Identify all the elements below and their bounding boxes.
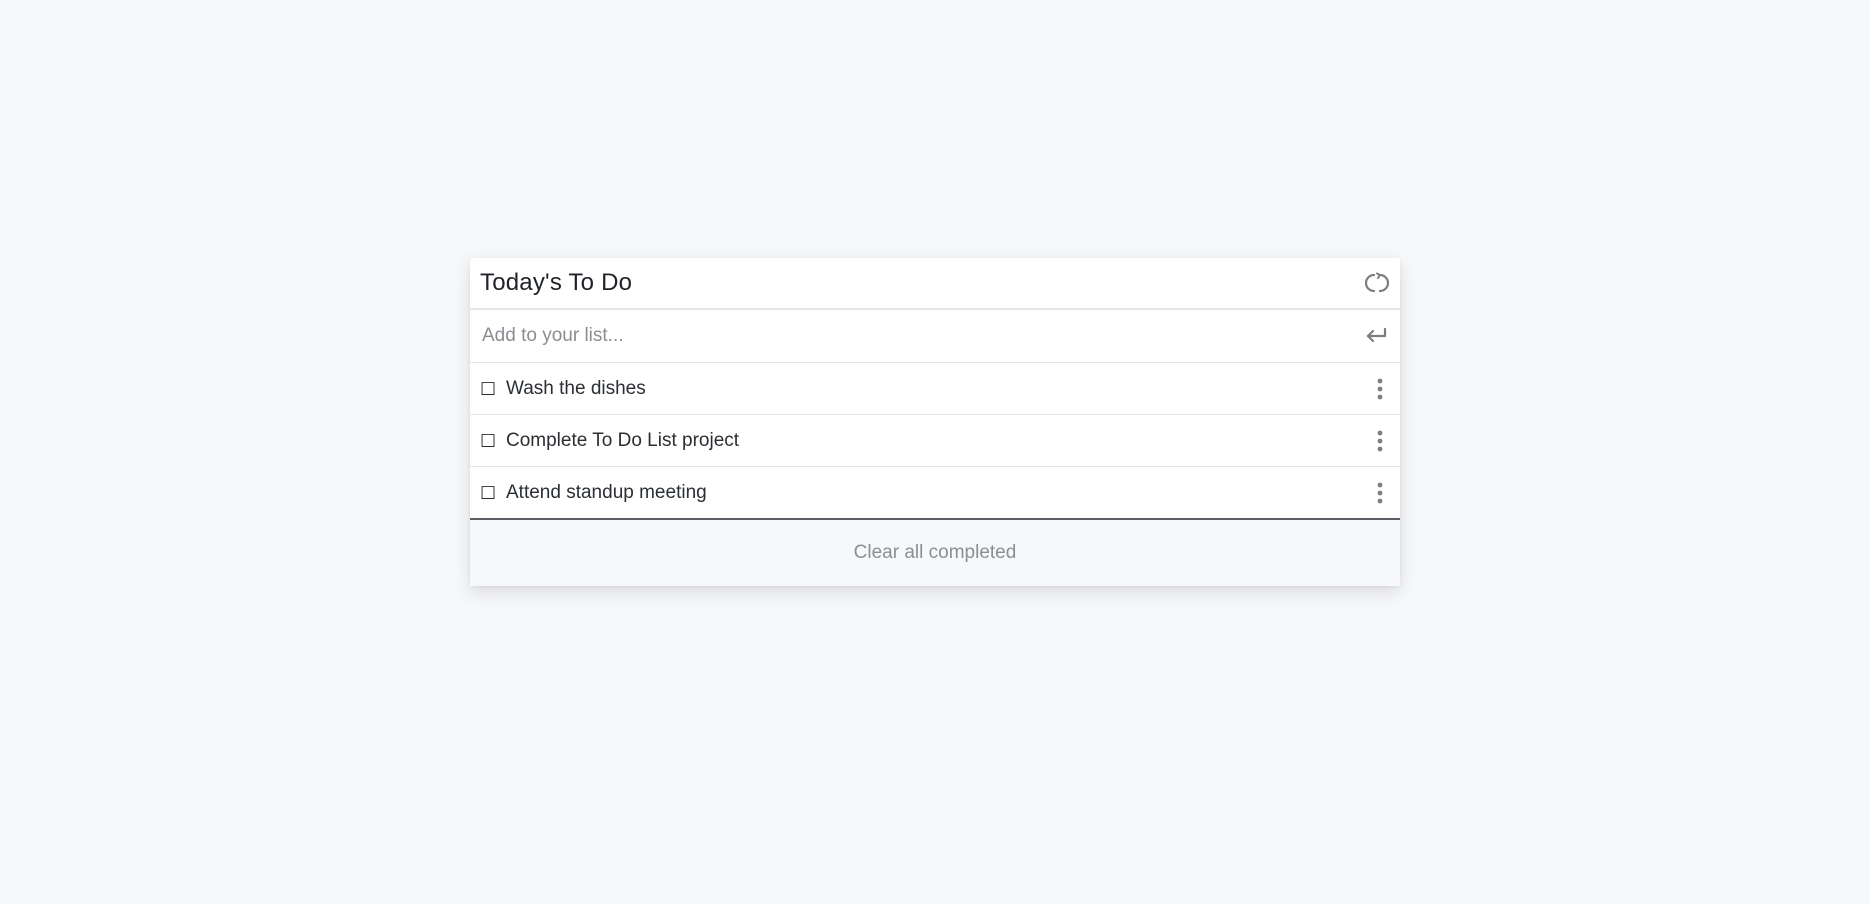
kebab-menu-icon[interactable]: [1370, 426, 1390, 456]
todo-item-label: Attend standup meeting: [506, 481, 707, 503]
todo-item: ☐ Attend standup meeting: [470, 467, 1400, 520]
todo-header: Today's To Do: [470, 258, 1400, 310]
refresh-icon[interactable]: [1364, 270, 1390, 296]
clear-completed-button[interactable]: Clear all completed: [844, 536, 1027, 570]
add-item-input[interactable]: [482, 325, 1362, 347]
checkbox-icon[interactable]: ☐: [480, 432, 496, 450]
add-item-row: [470, 310, 1400, 363]
todo-footer: Clear all completed: [470, 520, 1400, 586]
todo-item-label: Complete To Do List project: [506, 429, 740, 451]
enter-icon[interactable]: [1362, 322, 1390, 350]
page-title: Today's To Do: [480, 269, 633, 296]
checkbox-icon[interactable]: ☐: [480, 380, 496, 398]
todo-item: ☐ Complete To Do List project: [470, 415, 1400, 467]
checkbox-icon[interactable]: ☐: [480, 484, 496, 502]
kebab-menu-icon[interactable]: [1370, 478, 1390, 508]
kebab-menu-icon[interactable]: [1370, 374, 1390, 404]
todo-card: Today's To Do ☐ Wash the dishes: [470, 258, 1400, 586]
todo-item-label: Wash the dishes: [506, 377, 646, 399]
todo-item: ☐ Wash the dishes: [470, 363, 1400, 415]
